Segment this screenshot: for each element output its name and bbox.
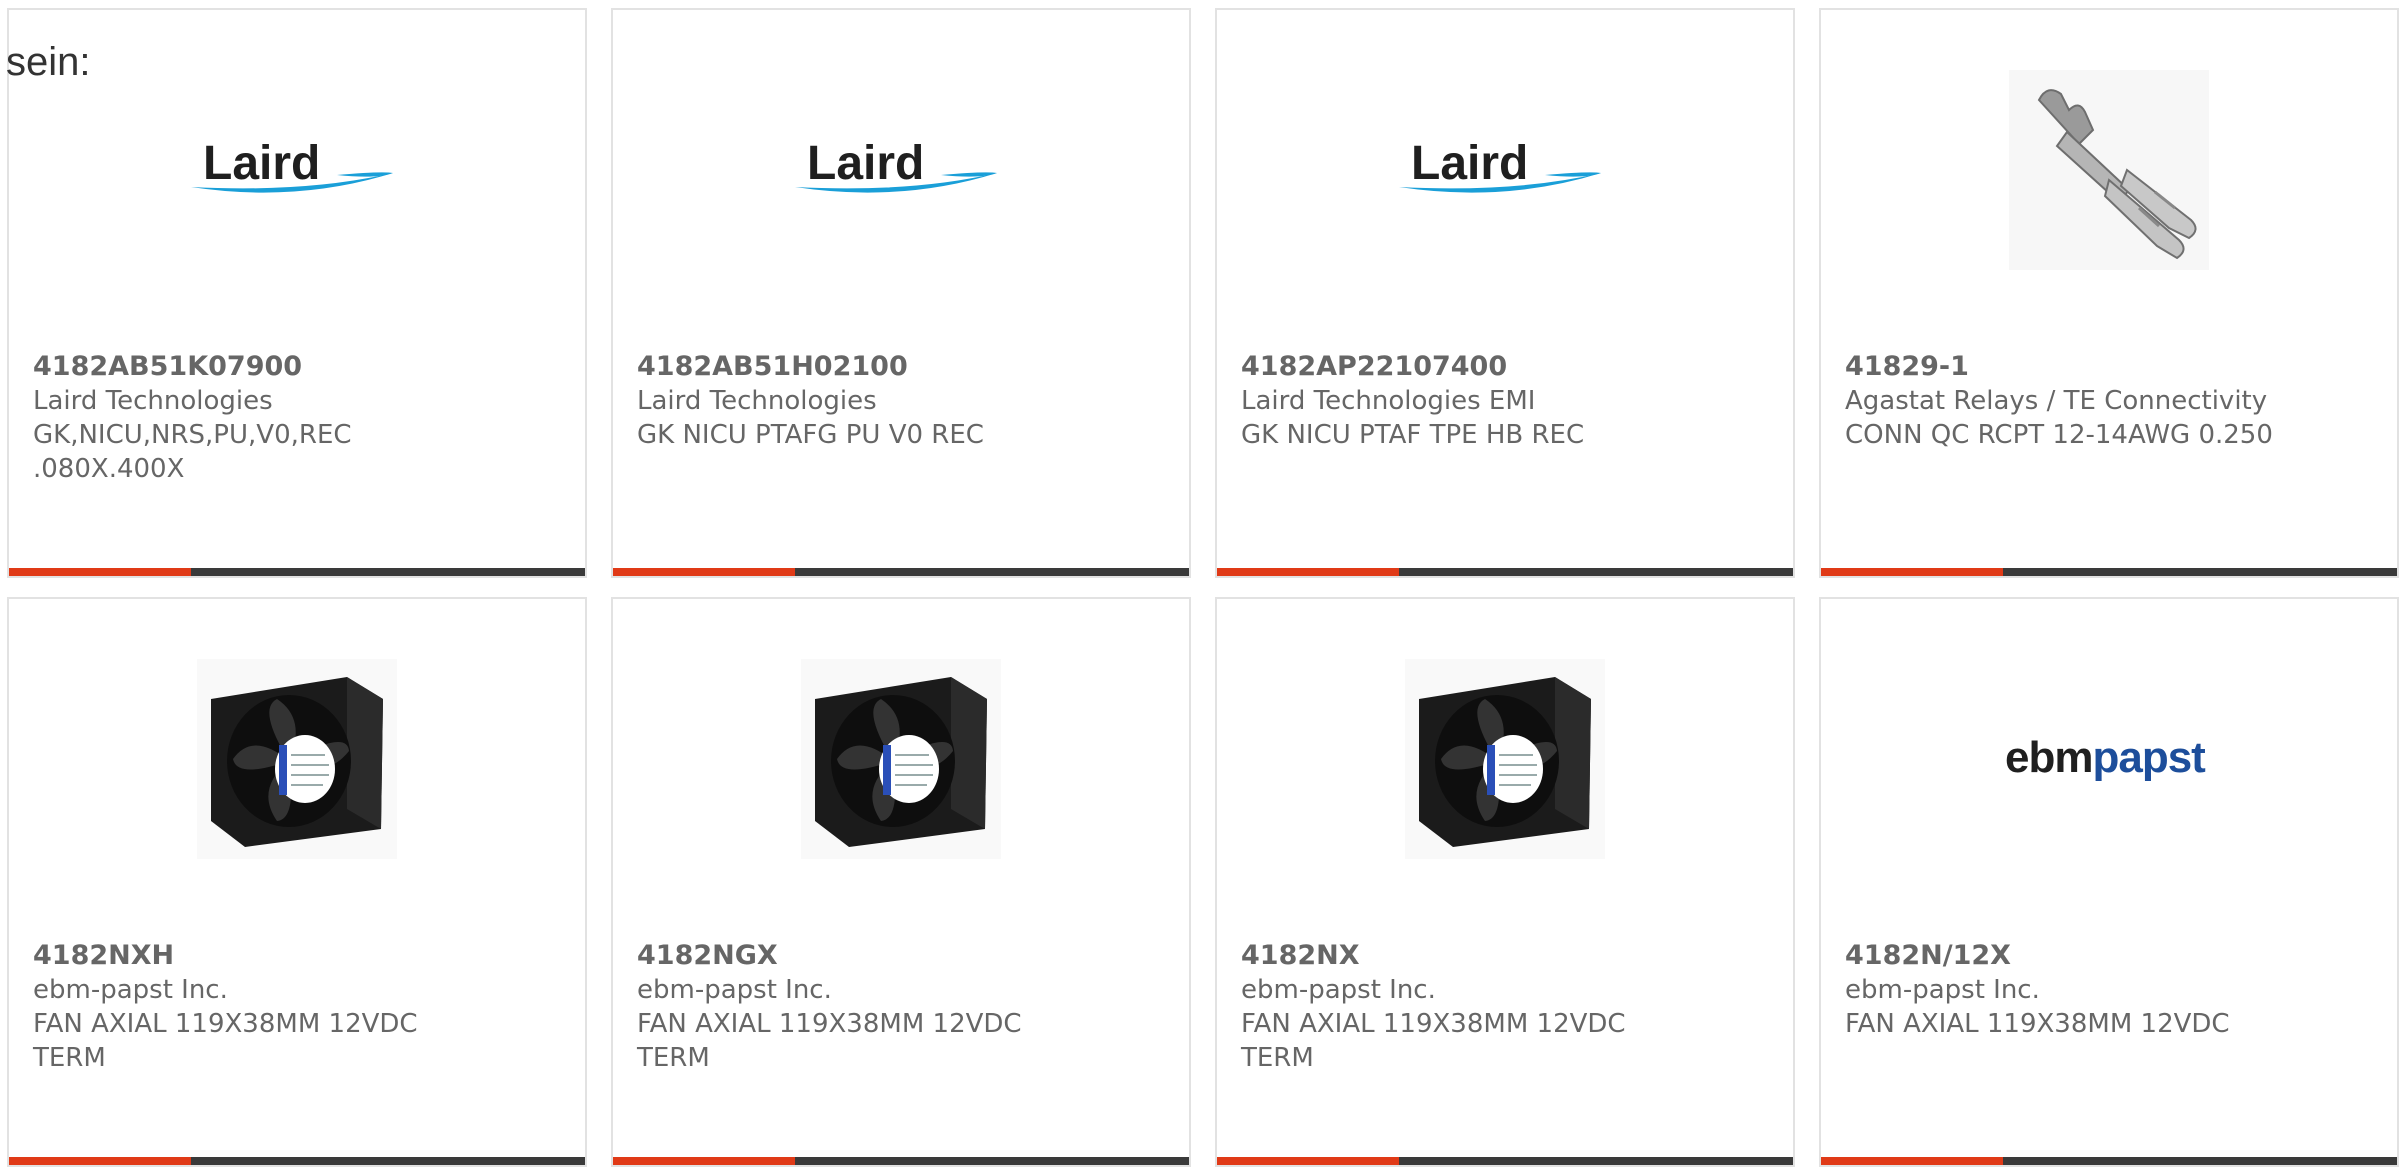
card-accent-bar [1821,568,2003,576]
ebmpapst-logo-text-papst: papst [2092,733,2206,782]
product-card[interactable]: Laird 4182AB51K07900 Laird Technologies … [7,8,587,578]
manufacturer: ebm-papst Inc. [33,975,228,1005]
description-line: TERM [33,1043,106,1073]
manufacturer: ebm-papst Inc. [1241,975,1436,1005]
product-card[interactable]: ebmpapst 4182N/12X ebm-papst Inc. FAN AX… [1819,597,2399,1167]
description-line: FAN AXIAL 119X38MM 12VDC [1845,1009,2230,1039]
part-number-link[interactable]: 4182AB51K07900 [33,350,565,384]
manufacturer: Laird Technologies [33,386,273,416]
description-line: TERM [1241,1043,1314,1073]
part-number-link[interactable]: 4182AB51H02100 [637,350,1169,384]
product-card[interactable]: Laird 4182AP22107400 Laird Technologies … [1215,8,1795,578]
product-card[interactable]: 4182NGX ebm-papst Inc. FAN AXIAL 119X38M… [611,597,1191,1167]
card-accent-bar [1821,1157,2003,1165]
card-footer-bar [9,1157,585,1165]
card-footer-bar [9,568,585,576]
card-footer-bar [1821,568,2397,576]
ebmpapst-logo-text-ebm: ebm [2005,733,2092,782]
description-line: GK NICU PTAF TPE HB REC [1241,420,1585,450]
manufacturer: Agastat Relays / TE Connectivity [1845,386,2268,416]
product-card[interactable]: 41829-1 Agastat Relays / TE Connectivity… [1819,8,2399,578]
part-number-link[interactable]: 4182AP22107400 [1241,350,1773,384]
part-number-link[interactable]: 4182N/12X [1845,939,2377,973]
card-accent-bar [1217,568,1399,576]
intro-text: sein: [6,40,91,84]
card-accent-bar [9,1157,191,1165]
description-line: GK NICU PTAFG PU V0 REC [637,420,984,450]
card-accent-bar [613,1157,795,1165]
product-grid: Laird 4182AB51K07900 Laird Technologies … [0,0,2400,1167]
description-line: GK,NICU,NRS,PU,V0,REC [33,420,352,450]
card-footer-bar [1821,1157,2397,1165]
description-line: TERM [637,1043,710,1073]
manufacturer: Laird Technologies [637,386,877,416]
laird-logo-text: Laird [807,137,924,190]
manufacturer: Laird Technologies EMI [1241,386,1536,416]
manufacturer: ebm-papst Inc. [1845,975,2040,1005]
product-card[interactable]: Laird 4182AB51H02100 Laird Technologies … [611,8,1191,578]
part-number-link[interactable]: 41829-1 [1845,350,2377,384]
card-footer-bar [613,568,1189,576]
card-footer-bar [1217,568,1793,576]
description-line: FAN AXIAL 119X38MM 12VDC [33,1009,418,1039]
connector-image [1821,10,2397,330]
card-footer-bar [613,1157,1189,1165]
description-line: .080X.400X [33,454,185,484]
fan-image [9,599,585,919]
laird-logo: Laird [9,10,585,330]
laird-logo: Laird [1217,10,1793,330]
description-line: FAN AXIAL 119X38MM 12VDC [637,1009,1022,1039]
product-card[interactable]: 4182NX ebm-papst Inc. FAN AXIAL 119X38MM… [1215,597,1795,1167]
part-number-link[interactable]: 4182NX [1241,939,1773,973]
laird-logo-text: Laird [1411,137,1528,190]
laird-logo: Laird [613,10,1189,330]
description-line: FAN AXIAL 119X38MM 12VDC [1241,1009,1626,1039]
svg-text:ebmpapst: ebmpapst [2005,733,2206,782]
description-line: CONN QC RCPT 12-14AWG 0.250 [1845,420,2273,450]
card-accent-bar [1217,1157,1399,1165]
laird-logo-text: Laird [203,137,320,190]
manufacturer: ebm-papst Inc. [637,975,832,1005]
ebmpapst-logo: ebmpapst [1821,599,2397,919]
part-number-link[interactable]: 4182NXH [33,939,565,973]
product-card[interactable]: 4182NXH ebm-papst Inc. FAN AXIAL 119X38M… [7,597,587,1167]
part-number-link[interactable]: 4182NGX [637,939,1169,973]
card-accent-bar [9,568,191,576]
card-footer-bar [1217,1157,1793,1165]
fan-image [613,599,1189,919]
fan-image [1217,599,1793,919]
card-accent-bar [613,568,795,576]
